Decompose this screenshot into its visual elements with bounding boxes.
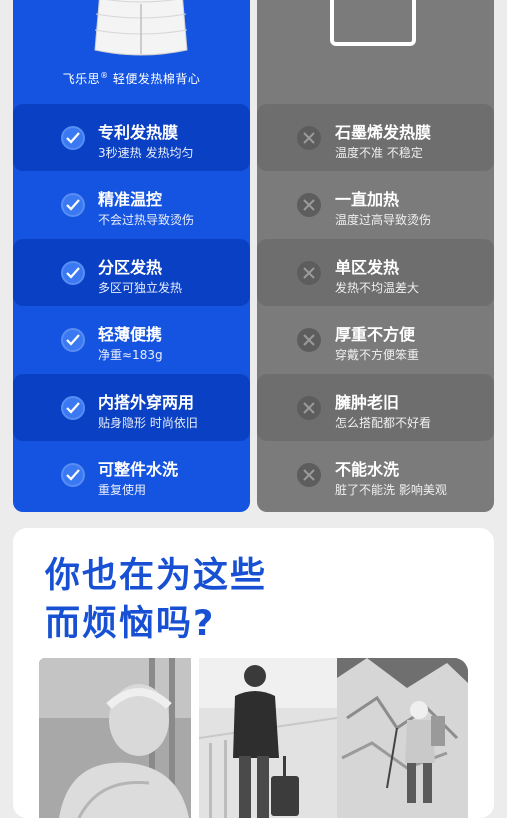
drawback-title: 厚重不方便 [335, 325, 416, 344]
vest-image [94, 0, 188, 56]
check-icon [61, 463, 85, 487]
businessman-photo [199, 658, 337, 818]
headline-line-1: 你也在为这些 [45, 556, 268, 596]
feature-row: 轻薄便携 净重≈183g [13, 306, 250, 373]
check-icon [61, 126, 85, 150]
check-icon [61, 193, 85, 217]
drawback-subtitle: 怎么搭配都不好看 [335, 416, 432, 430]
drawback-subtitle: 发热不均温差大 [335, 281, 420, 295]
cross-icon [297, 463, 321, 487]
our-product-panel: 飞乐思® 轻便发热棉背心 专利发热膜 3秒速热 发热均匀 精准温控 不会过热导致… [13, 0, 250, 512]
feature-title: 专利发热膜 [98, 123, 179, 142]
competitor-panel: 石墨烯发热膜 温度不准 不稳定 一直加热 温度过高导致烫伤 单区发热 发热不均温… [257, 0, 494, 512]
climber-photo [337, 658, 468, 818]
feature-subtitle: 不会过热导致烫伤 [98, 213, 195, 227]
drawback-row: 单区发热 发热不均温差大 [257, 239, 494, 306]
drawback-title: 一直加热 [335, 190, 400, 209]
drawback-row: 一直加热 温度过高导致烫伤 [257, 171, 494, 238]
question-card: 你也在为这些 而烦恼吗? [13, 528, 494, 818]
feature-title: 轻薄便携 [98, 325, 163, 344]
check-icon [61, 328, 85, 352]
comparison-section: 飞乐思® 轻便发热棉背心 专利发热膜 3秒速热 发热均匀 精准温控 不会过热导致… [0, 0, 507, 515]
feature-subtitle: 3秒速热 发热均匀 [98, 146, 194, 160]
cross-icon [297, 193, 321, 217]
feature-row: 精准温控 不会过热导致烫伤 [13, 171, 250, 238]
drawback-subtitle: 脏了不能洗 影响美观 [335, 483, 447, 497]
drawback-row: 臃肿老旧 怎么搭配都不好看 [257, 374, 494, 441]
feature-subtitle: 贴身隐形 时尚依旧 [98, 416, 198, 430]
check-icon [61, 261, 85, 285]
elderly-man-photo [39, 658, 191, 818]
section-headline: 你也在为这些 而烦恼吗? [45, 552, 267, 648]
drawback-title: 单区发热 [335, 258, 400, 277]
feature-title: 分区发热 [98, 258, 163, 277]
cross-icon [297, 328, 321, 352]
feature-row: 专利发热膜 3秒速热 发热均匀 [13, 104, 250, 171]
feature-title: 精准温控 [98, 190, 163, 209]
feature-subtitle: 净重≈183g [98, 348, 163, 362]
feature-row: 分区发热 多区可独立发热 [13, 239, 250, 306]
product-name: 轻便发热棉背心 [112, 72, 201, 86]
feature-row: 内搭外穿两用 贴身隐形 时尚依旧 [13, 374, 250, 441]
cross-icon [297, 261, 321, 285]
feature-subtitle: 重复使用 [98, 483, 147, 497]
headline-line-2: 而烦恼吗? [45, 604, 216, 644]
drawback-subtitle: 穿戴不方便笨重 [335, 348, 420, 362]
brand-name: 飞乐思 [62, 72, 101, 86]
drawback-title: 石墨烯发热膜 [335, 123, 432, 142]
cross-icon [297, 396, 321, 420]
feature-subtitle: 多区可独立发热 [98, 281, 183, 295]
drawback-subtitle: 温度不准 不稳定 [335, 146, 423, 160]
drawback-row: 厚重不方便 穿戴不方便笨重 [257, 306, 494, 373]
drawback-row: 不能水洗 脏了不能洗 影响美观 [257, 441, 494, 508]
feature-title: 内搭外穿两用 [98, 393, 195, 412]
drawback-title: 不能水洗 [335, 460, 400, 479]
check-icon [61, 396, 85, 420]
drawback-row: 石墨烯发热膜 温度不准 不稳定 [257, 104, 494, 171]
drawback-title: 臃肿老旧 [335, 393, 400, 412]
registered-mark: ® [100, 71, 109, 80]
drawback-subtitle: 温度过高导致烫伤 [335, 213, 432, 227]
feature-title: 可整件水洗 [98, 460, 179, 479]
cross-icon [297, 126, 321, 150]
feature-row: 可整件水洗 重复使用 [13, 441, 250, 508]
brand-caption: 飞乐思® 轻便发热棉背心 [13, 70, 250, 87]
generic-product-icon [330, 0, 416, 46]
